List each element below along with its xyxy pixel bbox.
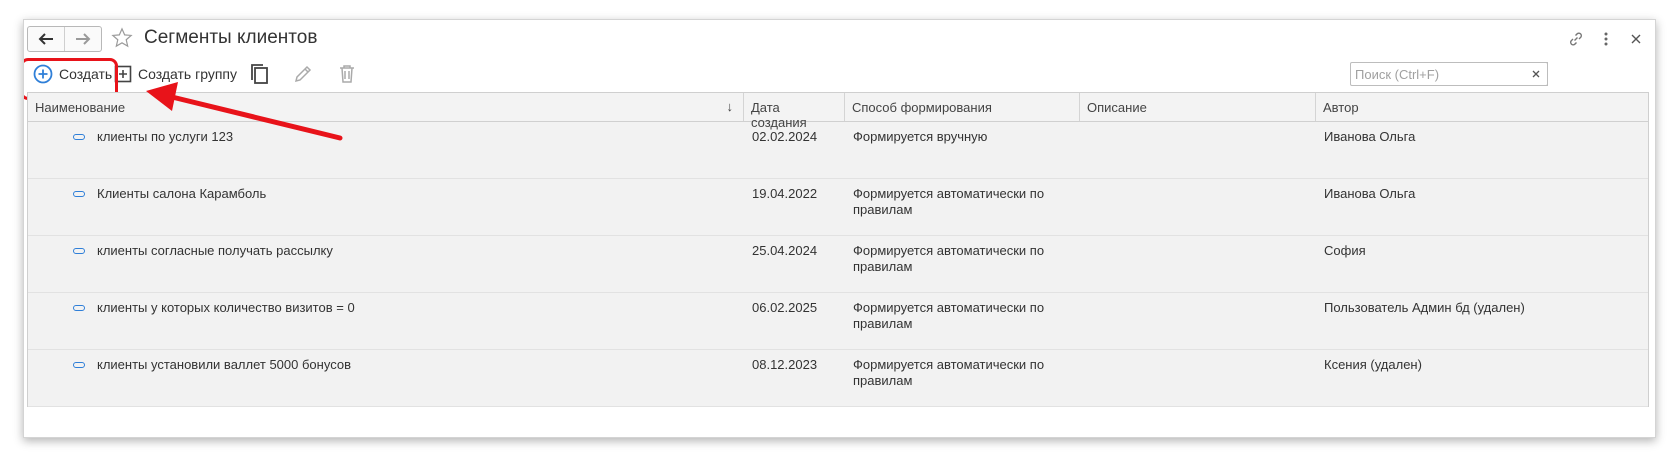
cell-date: 08.12.2023 <box>752 357 818 372</box>
link-icon <box>1570 32 1582 46</box>
cell-description <box>1080 122 1316 178</box>
table-row[interactable]: клиенты согласные получать рассылку 25.0… <box>28 236 1648 293</box>
cell-description <box>1080 350 1316 406</box>
forward-arrow-icon <box>76 33 91 45</box>
back-arrow-icon <box>38 33 53 45</box>
cell-date: 19.04.2022 <box>752 186 818 201</box>
search-box <box>1350 62 1548 86</box>
item-icon <box>73 362 85 368</box>
star-icon <box>111 27 133 48</box>
trash-icon <box>340 65 354 83</box>
copy-icon <box>251 64 268 84</box>
cell-method: Формируется автоматически по правилам <box>853 300 1045 331</box>
cell-author: Иванова Ольга <box>1324 186 1416 201</box>
create-button[interactable]: Создать <box>27 60 118 88</box>
column-header-author[interactable]: Автор <box>1316 93 1648 121</box>
cell-description <box>1080 179 1316 235</box>
edit-button[interactable] <box>290 60 316 88</box>
navigation-group <box>27 26 102 52</box>
table-row[interactable]: Клиенты салона Карамболь 19.04.2022 Форм… <box>28 179 1648 236</box>
create-group-button[interactable]: Создать группу <box>114 60 237 88</box>
cell-name: клиенты согласные получать рассылку <box>28 236 744 292</box>
table-row[interactable]: клиенты у которых количество визитов = 0… <box>28 293 1648 350</box>
table-header: Наименование ↓ Дата создания Способ форм… <box>28 93 1648 130</box>
item-icon <box>73 191 85 197</box>
close-icon <box>1532 70 1540 78</box>
create-button-label: Создать <box>59 66 113 82</box>
search-clear-button[interactable] <box>1525 62 1548 86</box>
cell-name: клиенты установили валлет 5000 бонусов <box>28 350 744 406</box>
copy-button[interactable] <box>246 60 272 88</box>
favorite-button[interactable] <box>110 26 134 50</box>
more-icon <box>1604 32 1608 46</box>
plus-square-icon <box>114 65 132 83</box>
window-controls <box>1565 28 1647 50</box>
delete-button[interactable] <box>334 60 360 88</box>
column-header-name[interactable]: Наименование ↓ <box>28 93 744 121</box>
table-row[interactable]: клиенты по услуги 123 02.02.2024 Формиру… <box>28 122 1648 179</box>
cell-author: Ксения (удален) <box>1324 357 1422 372</box>
item-icon <box>73 134 85 140</box>
table-row[interactable]: клиенты установили валлет 5000 бонусов 0… <box>28 350 1648 407</box>
sort-arrow-icon: ↓ <box>726 99 734 114</box>
more-button[interactable] <box>1595 28 1617 50</box>
segments-table: Наименование ↓ Дата создания Способ форм… <box>27 92 1649 407</box>
pencil-icon <box>294 65 312 83</box>
cell-author: София <box>1324 243 1366 258</box>
cell-author: Пользователь Админ бд (удален) <box>1324 300 1525 315</box>
title-bar: Сегменты клиентов <box>24 20 1655 58</box>
cell-description <box>1080 236 1316 292</box>
cell-method: Формируется автоматически по правилам <box>853 243 1045 274</box>
column-header-description[interactable]: Описание <box>1080 93 1316 121</box>
cell-name: клиенты по услуги 123 <box>28 122 744 178</box>
cell-method: Формируется вручную <box>853 129 988 144</box>
cell-date: 25.04.2024 <box>752 243 818 258</box>
form-window: Сегменты клиентов Создать Создать группу <box>23 19 1656 438</box>
create-group-label: Создать группу <box>138 66 237 82</box>
close-button[interactable] <box>1625 28 1647 50</box>
cell-date: 06.02.2025 <box>752 300 818 315</box>
back-button[interactable] <box>28 27 64 51</box>
cell-author: Иванова Ольга <box>1324 129 1416 144</box>
command-bar: Создать Создать группу <box>24 58 1655 92</box>
cell-name: клиенты у которых количество визитов = 0 <box>28 293 744 349</box>
forward-button[interactable] <box>64 27 101 51</box>
link-button[interactable] <box>1565 28 1587 50</box>
cell-method: Формируется автоматически по правилам <box>853 186 1045 217</box>
page-title: Сегменты клиентов <box>144 27 318 48</box>
item-icon <box>73 248 85 254</box>
plus-circle-icon <box>33 64 53 84</box>
column-header-method[interactable]: Способ формирования <box>845 93 1080 121</box>
search-input[interactable] <box>1351 64 1547 84</box>
item-icon <box>73 305 85 311</box>
close-icon <box>1631 34 1641 44</box>
cell-name: Клиенты салона Карамболь <box>28 179 744 235</box>
cell-method: Формируется автоматически по правилам <box>853 357 1045 388</box>
cell-date: 02.02.2024 <box>752 129 818 144</box>
column-header-date[interactable]: Дата создания <box>744 93 845 130</box>
cell-description <box>1080 293 1316 349</box>
